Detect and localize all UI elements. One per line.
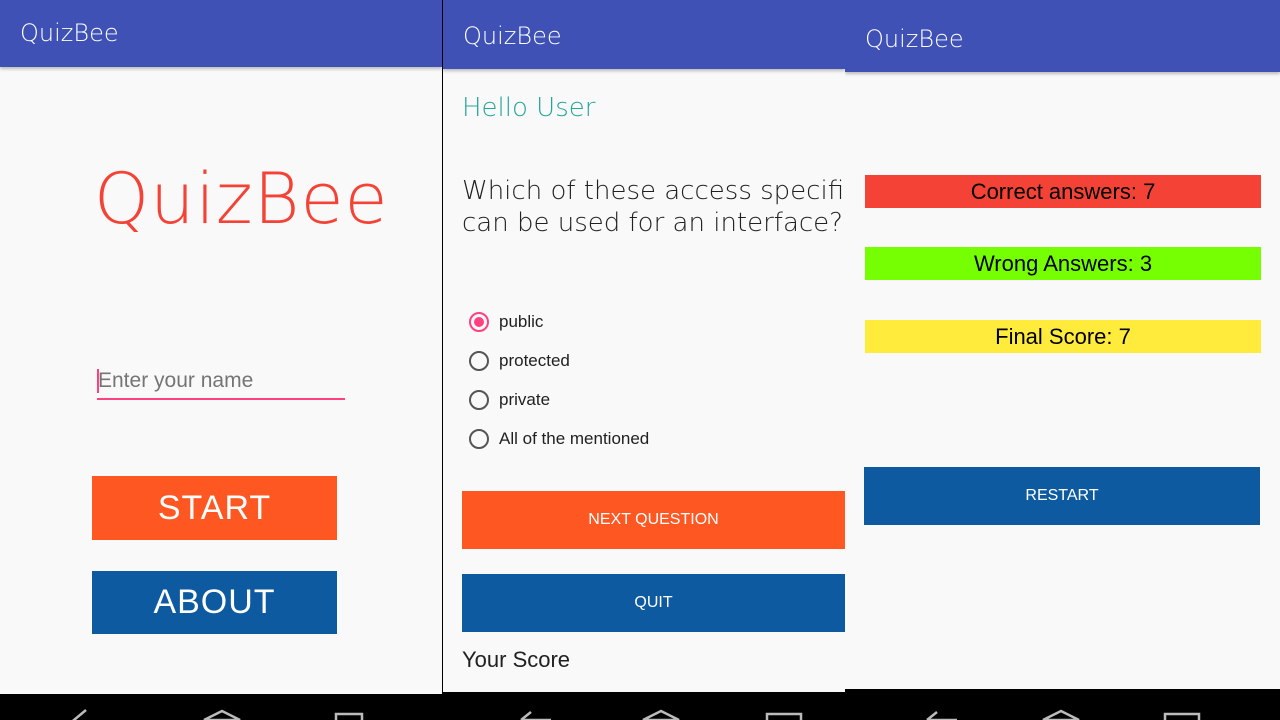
quiz-screen: QuizBee Hello User Which of these access…	[443, 0, 845, 720]
start-button-label: START	[157, 488, 272, 527]
option-label: protected	[499, 351, 570, 370]
question-line-2: can be used for an interface?	[462, 208, 843, 238]
app-bar: QuizBee	[0, 0, 442, 67]
home-icon[interactable]	[639, 708, 683, 720]
home-screen: QuizBee QuizBee START ABOUT	[0, 0, 442, 720]
quit-button[interactable]: QUIT	[462, 574, 845, 632]
radio-unchecked-icon[interactable]	[469, 429, 489, 449]
nav-bar	[443, 692, 845, 720]
question-text: Which of these access specifiers can be …	[462, 175, 845, 239]
option-label: All of the mentioned	[499, 429, 650, 448]
home-icon[interactable]	[1039, 708, 1083, 720]
final-score-bar: Final Score: 7	[865, 320, 1261, 353]
question-line-1: Which of these access specifiers	[462, 176, 845, 206]
radio-unchecked-icon[interactable]	[469, 390, 489, 410]
back-icon[interactable]	[919, 708, 963, 720]
option-label: private	[499, 390, 551, 409]
app-bar: QuizBee	[845, 0, 1280, 72]
home-icon[interactable]	[200, 708, 244, 720]
back-icon[interactable]	[60, 708, 100, 720]
option-all[interactable]: All of the mentioned	[469, 425, 649, 453]
back-icon[interactable]	[513, 708, 557, 720]
greeting-text: Hello User	[462, 93, 596, 123]
option-private[interactable]: private	[469, 386, 550, 414]
correct-answers-bar: Correct answers: 7	[865, 175, 1261, 208]
quit-button-label: QUIT	[634, 594, 673, 611]
next-question-label: NEXT QUESTION	[588, 511, 719, 528]
restart-button-label: RESTART	[1025, 487, 1099, 504]
option-label: public	[499, 312, 544, 331]
next-question-button[interactable]: NEXT QUESTION	[462, 491, 845, 549]
app-bar: QuizBee	[443, 0, 845, 69]
recents-icon[interactable]	[1161, 708, 1205, 720]
score-label: Your Score	[462, 647, 571, 672]
logo-text: QuizBee	[94, 158, 389, 240]
radio-unchecked-icon[interactable]	[469, 351, 489, 371]
recents-icon[interactable]	[763, 708, 807, 720]
start-button[interactable]: START	[92, 476, 337, 540]
name-input[interactable]	[97, 366, 343, 396]
nav-bar	[0, 694, 442, 720]
app-title: QuizBee	[20, 19, 119, 47]
name-field[interactable]	[97, 366, 345, 400]
about-button-label: ABOUT	[153, 583, 276, 621]
app-title: QuizBee	[865, 25, 964, 53]
about-button[interactable]: ABOUT	[92, 571, 337, 634]
nav-bar	[845, 689, 1280, 720]
radio-checked-icon[interactable]	[469, 312, 489, 332]
results-screen: QuizBee Correct answers: 7 Wrong Answers…	[845, 0, 1280, 720]
app-title: QuizBee	[463, 22, 562, 50]
option-public[interactable]: public	[469, 308, 543, 336]
option-protected[interactable]: protected	[469, 347, 570, 375]
wrong-answers-bar: Wrong Answers: 3	[865, 247, 1261, 280]
restart-button[interactable]: RESTART	[864, 467, 1260, 525]
recents-icon[interactable]	[330, 708, 370, 720]
